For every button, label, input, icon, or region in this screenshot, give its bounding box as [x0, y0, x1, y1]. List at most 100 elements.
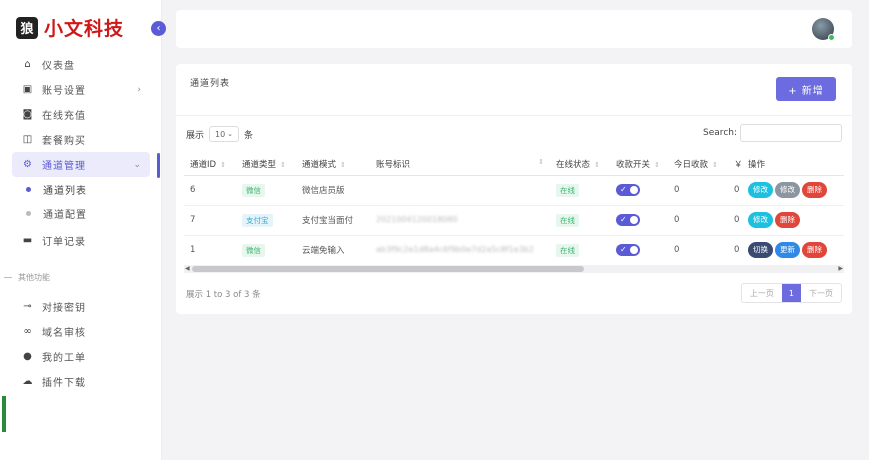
cell-status: 在线	[550, 175, 610, 206]
sidebar-item-package[interactable]: ◫ 套餐购买	[12, 127, 150, 152]
cell-actions: 修改 删除	[742, 205, 844, 236]
sidebar-item-label: 域名审核	[42, 328, 86, 339]
col-header-account[interactable]: 账号标识 ⇕	[370, 153, 550, 176]
cell-today: 0	[668, 235, 728, 266]
divider	[4, 277, 12, 278]
check-icon: ✓	[620, 185, 627, 194]
delete-button[interactable]: 删除	[775, 212, 800, 228]
sidebar-item-dashboard[interactable]: ⌂ 仪表盘	[12, 52, 150, 77]
wallet-icon: ▬	[22, 235, 34, 246]
chat-icon: ●	[23, 351, 33, 362]
col-header-mode[interactable]: 通道模式 ⇕	[296, 153, 370, 176]
cell-switch: ✓	[610, 205, 668, 236]
search-label: Search:	[703, 128, 737, 138]
type-badge: 支付宝	[242, 213, 273, 227]
col-header-id[interactable]: 通道ID ⇕	[184, 153, 236, 176]
sidebar-subitem-channel-list[interactable]: 通道列表	[12, 177, 150, 201]
cell-mode: 支付宝当面付	[296, 205, 370, 236]
page-length-select[interactable]: 10 ⌄	[209, 126, 240, 142]
receive-toggle[interactable]: ✓	[616, 214, 640, 226]
top-bar	[176, 10, 852, 48]
scrollbar-thumb[interactable]	[192, 266, 584, 272]
col-header-switch[interactable]: 收款开关 ⇕	[610, 153, 668, 176]
sidebar-item-channel-management[interactable]: ⚙ 通道管理 ⌄	[12, 152, 150, 177]
brand-logo[interactable]: 狼 小文科技	[16, 14, 124, 41]
sidebar-item-label: 账号设置	[42, 86, 86, 97]
delete-button[interactable]: 删除	[802, 242, 827, 258]
col-header-today[interactable]: 今日收款 ⇕	[668, 153, 728, 176]
receive-toggle[interactable]: ✓	[616, 244, 640, 256]
cell-account: 2021004120018080	[370, 205, 550, 236]
sidebar-collapse-button[interactable]: ‹	[151, 21, 166, 36]
online-status-dot	[828, 34, 835, 41]
sidebar-subitem-label: 通道列表	[43, 185, 87, 197]
col-header-type[interactable]: 通道类型 ⇕	[236, 153, 296, 176]
show-suffix: 条	[244, 130, 254, 141]
channel-list-card: 通道列表 + 新增 展示 10 ⌄ 条 Search: 通道ID ⇕ 通道类型 ⇕ …	[176, 64, 852, 314]
brand-name: 小文科技	[44, 18, 125, 40]
table-row: 6 微信 微信店员版 在线 ✓ 0 0 修改 修改 删除	[184, 175, 844, 206]
section-label: 其他功能	[18, 273, 50, 282]
table-row: 1 微信 云端免输入 ab3f9c2e1d8a4c6f9b0e7d2a5c8f1…	[184, 235, 844, 266]
col-header-actions: 操作	[742, 153, 844, 176]
col-header-status[interactable]: 在线状态 ⇕	[550, 153, 610, 176]
cell-yen: 0	[728, 175, 742, 206]
sort-icon: ⇕	[654, 160, 660, 169]
account-card-icon: ▣	[22, 84, 34, 95]
cell-status: 在线	[550, 235, 610, 266]
horizontal-scrollbar[interactable]: ◀ ▶	[184, 265, 844, 273]
sidebar-item-orders[interactable]: ▬ 订单记录	[12, 228, 150, 253]
cell-status: 在线	[550, 205, 610, 236]
sidebar-item-recharge[interactable]: ◙ 在线充值	[12, 102, 150, 127]
sort-icon: ⇕	[538, 157, 544, 166]
sidebar-item-account-settings[interactable]: ▣ 账号设置 ›	[12, 77, 150, 102]
sidebar-item-label: 套餐购买	[42, 136, 86, 147]
type-badge: 微信	[242, 183, 265, 197]
gear-icon: ⚙	[23, 159, 33, 170]
cloud-download-icon: ☁	[22, 376, 34, 387]
sidebar-menu-other: ⊸ 对接密钥 ∞ 域名审核 ● 我的工单 ☁ 插件下载	[12, 294, 150, 394]
sidebar-subitem-channel-config[interactable]: 通道配置	[12, 201, 150, 225]
add-button[interactable]: + 新增	[776, 77, 836, 101]
edge-decoration	[2, 396, 6, 432]
avatar[interactable]	[812, 18, 835, 41]
receive-toggle[interactable]: ✓	[616, 184, 640, 196]
sidebar-item-label: 插件下载	[42, 378, 86, 389]
edit-button[interactable]: 修改	[748, 182, 773, 198]
table-row: 7 支付宝 支付宝当面付 2021004120018080 在线 ✓ 0 0 修…	[184, 205, 844, 236]
wolf-logo-icon: 狼	[16, 16, 38, 39]
col-header-yen[interactable]: ￥	[728, 153, 742, 176]
update-button[interactable]: 更新	[775, 242, 800, 258]
switch-button[interactable]: 切换	[748, 242, 773, 258]
bullet-icon	[26, 186, 31, 192]
delete-button[interactable]: 删除	[802, 182, 827, 198]
cell-switch: ✓	[610, 235, 668, 266]
cell-id: 6	[184, 175, 236, 206]
check-icon: ✓	[620, 215, 627, 224]
sidebar-menu: ⌂ 仪表盘 ▣ 账号设置 › ◙ 在线充值 ◫ 套餐购买 ⚙ 通道管理 ⌄ 通道…	[12, 52, 150, 253]
sidebar-item-tickets[interactable]: ● 我的工单	[12, 344, 150, 369]
cell-id: 7	[184, 205, 236, 236]
prev-page-button[interactable]: 上一页	[742, 284, 782, 302]
sidebar-item-api-key[interactable]: ⊸ 对接密钥	[12, 294, 150, 319]
sidebar-item-label: 对接密钥	[42, 303, 86, 314]
next-page-button[interactable]: 下一页	[801, 284, 841, 302]
chevron-down-icon: ⌄	[227, 130, 234, 138]
page-button-current[interactable]: 1	[781, 284, 801, 302]
cell-yen: 0	[728, 235, 742, 266]
edit-button[interactable]: 修改	[748, 212, 773, 228]
sidebar-item-domain-review[interactable]: ∞ 域名审核	[12, 319, 150, 344]
active-indicator	[157, 153, 160, 178]
scroll-left-icon[interactable]: ◀	[185, 265, 190, 272]
recharge-icon: ◙	[22, 109, 34, 120]
table-header-row: 通道ID ⇕ 通道类型 ⇕ 通道模式 ⇕ 账号标识 ⇕ 在线状态 ⇕ 收款开关 ⇕ 今日收款…	[184, 153, 844, 176]
cell-today: 0	[668, 205, 728, 236]
edit-alt-button[interactable]: 修改	[775, 182, 800, 198]
status-badge: 在线	[556, 243, 579, 257]
search-input[interactable]	[740, 124, 842, 142]
table-info: 展示 1 to 3 of 3 条	[186, 290, 261, 300]
sidebar-item-plugin-download[interactable]: ☁ 插件下载	[12, 369, 150, 394]
page-length-value: 10	[214, 129, 226, 139]
scroll-right-icon[interactable]: ▶	[838, 265, 843, 272]
cell-switch: ✓	[610, 175, 668, 206]
